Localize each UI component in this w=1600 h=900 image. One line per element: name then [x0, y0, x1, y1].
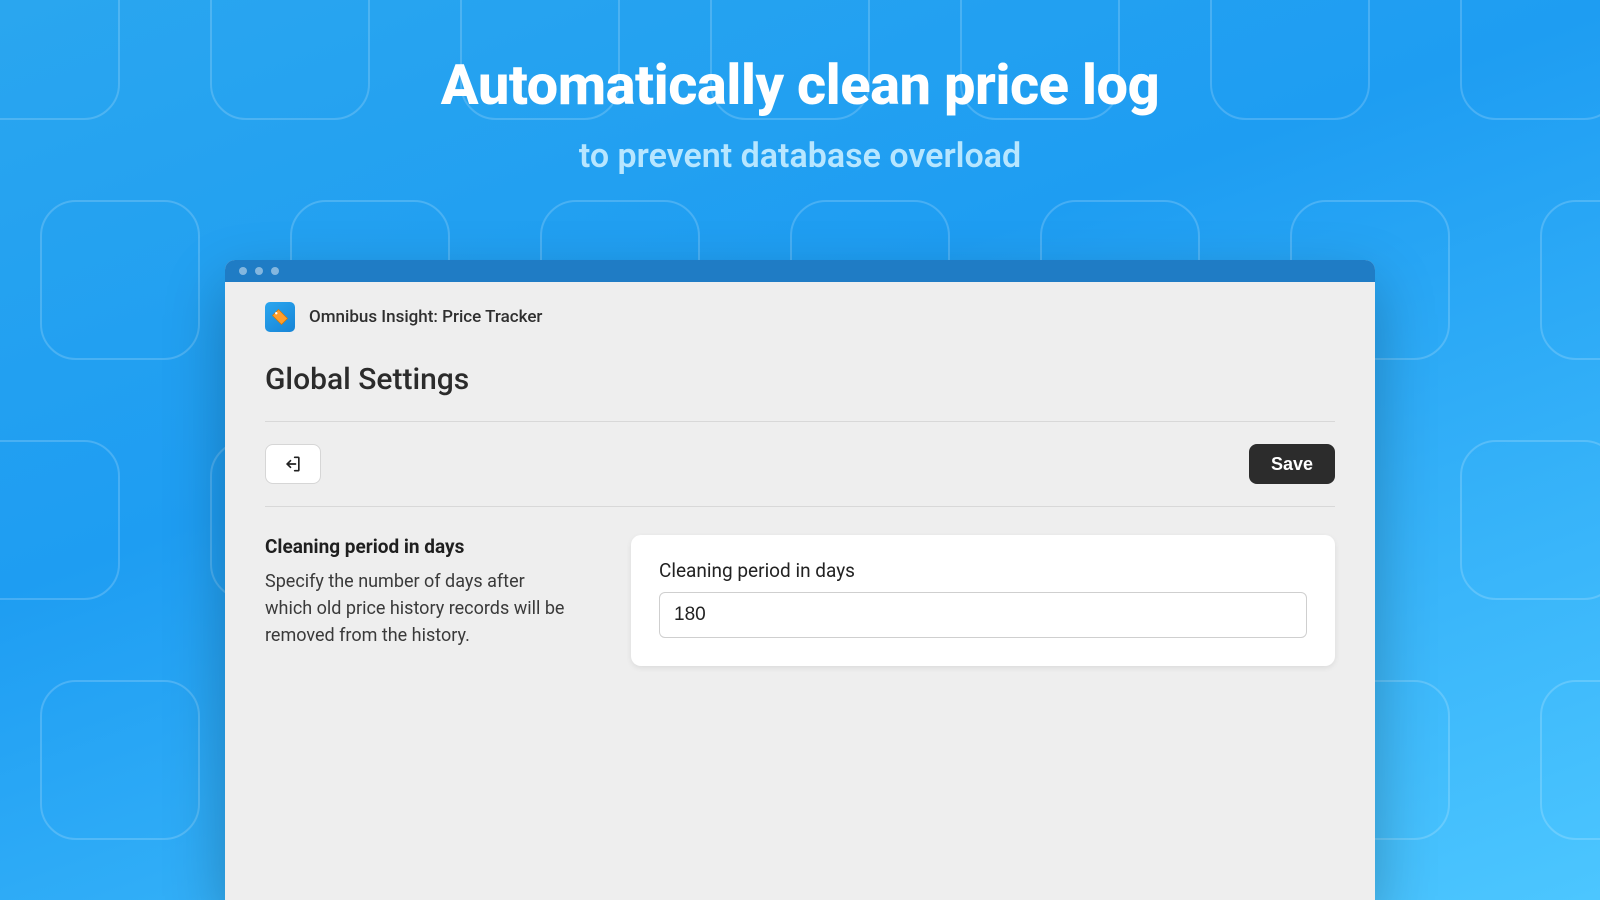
field-card: Cleaning period in days: [631, 535, 1335, 666]
back-button[interactable]: [265, 444, 321, 484]
field-description: Specify the number of days after which o…: [265, 568, 575, 649]
hero-subtitle: to prevent database overload: [0, 136, 1600, 176]
back-icon: [283, 454, 303, 474]
app-header: Omnibus Insight: Price Tracker: [225, 282, 1375, 342]
app-window: Omnibus Insight: Price Tracker Global Se…: [225, 260, 1375, 900]
field-label: Cleaning period in days: [659, 559, 1307, 582]
hero: Automatically clean price log to prevent…: [0, 52, 1600, 176]
app-icon: [265, 302, 295, 332]
form-row-cleaning-period: Cleaning period in days Specify the numb…: [265, 507, 1335, 666]
cleaning-period-input[interactable]: [659, 592, 1307, 638]
save-button[interactable]: Save: [1249, 444, 1335, 484]
window-dot: [239, 267, 247, 275]
page-title: Global Settings: [265, 362, 1335, 397]
field-title: Cleaning period in days: [265, 535, 575, 558]
field-description-block: Cleaning period in days Specify the numb…: [265, 535, 575, 666]
hero-title: Automatically clean price log: [0, 52, 1600, 118]
toolbar: Save: [265, 422, 1335, 506]
price-tag-icon: [271, 308, 289, 326]
window-dot: [255, 267, 263, 275]
app-name: Omnibus Insight: Price Tracker: [309, 307, 542, 327]
window-dot: [271, 267, 279, 275]
window-titlebar: [225, 260, 1375, 282]
